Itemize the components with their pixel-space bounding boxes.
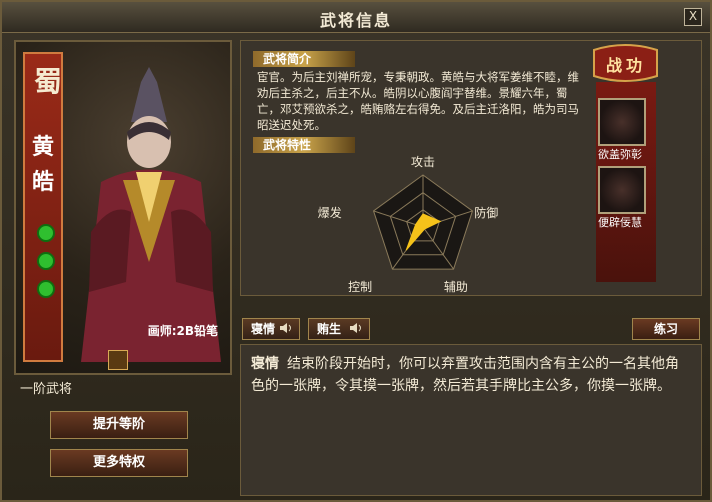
skill-description: 寝情 结束阶段开始时，你可以弃置攻击范围内含有主公的一名其他角色的一张牌，令其摸一… <box>240 344 702 496</box>
radar-chart <box>372 174 474 270</box>
hero-portrait: 蜀 黄 皓 画师:2B铅笔 <box>14 40 232 375</box>
skill-button-2[interactable]: 贿生 <box>308 318 370 340</box>
more-privileges-button[interactable]: 更多特权 <box>50 449 188 477</box>
level-bead-icon <box>37 252 55 270</box>
hero-rank: 一阶武将 <box>20 382 73 397</box>
hero-panel: 蜀 黄 皓 画师:2B铅笔 一阶武将 提升等阶 更多特权 <box>14 40 232 498</box>
skill-2-label: 贿生 <box>317 322 342 336</box>
hero-name-char-1: 黄 <box>32 135 55 160</box>
axis-defense-label: 防御 <box>474 205 499 220</box>
intro-text: 宦官。为后主刘禅所宠，专秉朝政。黄皓与大将军姜维不睦，维劝后主杀之，后主不从。皓… <box>257 70 579 132</box>
skill-detail-title: 寝情 <box>251 356 279 372</box>
merit-name-1: 欲盖弥彰 <box>598 148 642 161</box>
features-label: 武将特性 <box>253 137 355 153</box>
skill-detail-text: 结束阶段开始时，你可以弃置攻击范围内含有主公的一名其他角色的一张牌，令其摸一张牌… <box>251 356 679 394</box>
level-bead-icon <box>37 280 55 298</box>
name-banner: 蜀 黄 皓 <box>23 52 63 362</box>
speaker-icon[interactable] <box>349 321 363 335</box>
axis-control-label: 控制 <box>348 280 373 295</box>
axis-support-label: 辅助 <box>443 280 468 295</box>
skill-button-1[interactable]: 寝情 <box>242 318 300 340</box>
feature-radar: 攻击 防御 辅助 控制 爆发 <box>293 153 553 297</box>
artist-credit: 画师:2B铅笔 <box>147 324 218 338</box>
level-bead-icon <box>37 224 55 242</box>
axis-attack-label: 攻击 <box>411 155 436 169</box>
merit-title: 战功 <box>605 56 646 75</box>
kingdom-badge: 蜀 <box>34 65 63 98</box>
merit-icon-2[interactable] <box>598 166 646 214</box>
close-button[interactable]: X <box>684 8 702 26</box>
window-title: 武将信息 <box>319 11 392 30</box>
speaker-icon[interactable] <box>279 321 293 335</box>
merit-icon-1[interactable] <box>598 98 646 146</box>
intro-label: 武将简介 <box>253 51 355 67</box>
hero-info-window: 武将信息 X 蜀 黄 皓 画师:2B铅笔 一阶武将 提升等阶 更多特权 武将简介… <box>0 0 712 502</box>
hero-name-char-2: 皓 <box>32 170 55 195</box>
outfit-icon[interactable] <box>108 350 128 370</box>
upgrade-rank-button[interactable]: 提升等阶 <box>50 411 188 439</box>
merit-name-2: 便辟佞慧 <box>598 216 642 229</box>
axis-burst-label: 爆发 <box>317 205 342 220</box>
practice-button[interactable]: 练习 <box>632 318 700 340</box>
skill-1-label: 寝情 <box>251 322 276 336</box>
merit-banner: 战功 欲盖弥彰 便辟佞慧 <box>588 42 663 290</box>
title-bar: 武将信息 X <box>2 2 710 33</box>
